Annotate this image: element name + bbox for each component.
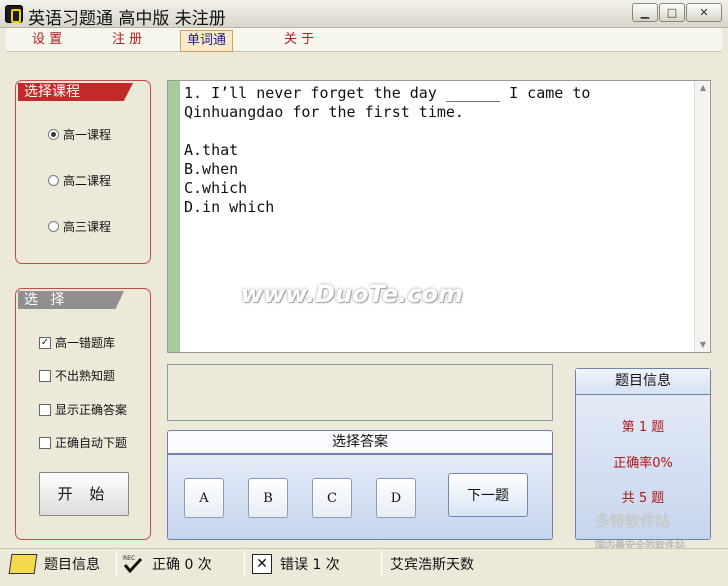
status-divider bbox=[381, 551, 382, 577]
cross-icon: ✕ bbox=[252, 554, 272, 574]
notebook-icon bbox=[8, 554, 38, 574]
option-skip-known[interactable]: 不出熟知题 bbox=[39, 367, 115, 384]
checkbox-icon[interactable] bbox=[39, 403, 51, 416]
option-show-answer[interactable]: 显示正确答案 bbox=[39, 401, 127, 418]
correct-count: 正确 0 次 bbox=[152, 557, 212, 573]
minimize-button[interactable]: ▁ bbox=[632, 3, 658, 22]
scroll-up-icon[interactable]: ▲ bbox=[695, 81, 711, 95]
total-questions: 共 5 题 bbox=[621, 491, 665, 506]
scroll-down-icon[interactable]: ▼ bbox=[695, 338, 711, 352]
status-wrong: ✕ 错误 1 次 bbox=[252, 551, 340, 577]
app-icon bbox=[5, 5, 23, 23]
status-bar: 题目信息 REC 正确 0 次 ✕ 错误 1 次 艾宾浩斯天数 bbox=[0, 548, 728, 586]
answer-d-button[interactable]: D bbox=[376, 478, 416, 518]
option-label: 高一错题库 bbox=[55, 336, 116, 350]
user-text: 艾宾浩斯天数 bbox=[390, 557, 474, 573]
checkbox-icon[interactable] bbox=[39, 436, 51, 449]
course-option-3[interactable]: 高三课程 bbox=[48, 218, 111, 235]
checkbox-checked-icon[interactable]: ✓ bbox=[39, 336, 51, 349]
radio-icon[interactable] bbox=[48, 175, 59, 186]
course-option-1[interactable]: 高一课程 bbox=[48, 126, 111, 143]
status-divider bbox=[116, 551, 117, 577]
answer-b-button[interactable]: B bbox=[248, 478, 288, 518]
menu-register[interactable]: 注 册 bbox=[106, 30, 148, 52]
status-info-label: 题目信息 bbox=[44, 557, 100, 573]
logo-name: 多特软件站 bbox=[595, 512, 671, 530]
course-option-label: 高三课程 bbox=[63, 220, 112, 234]
status-user: 艾宾浩斯天数 bbox=[390, 551, 474, 577]
answer-c-button[interactable]: C bbox=[312, 478, 352, 518]
answer-panel-title: 选择答案 bbox=[168, 431, 552, 455]
course-option-2[interactable]: 高二课程 bbox=[48, 172, 111, 189]
svg-text:REC: REC bbox=[123, 555, 135, 562]
select-panel-title: 选 择 bbox=[18, 291, 124, 309]
checkbox-icon[interactable] bbox=[39, 369, 51, 382]
window-title: 英语习题通 高中版 未注册 bbox=[28, 9, 226, 29]
menu-settings[interactable]: 设 置 bbox=[26, 30, 68, 52]
course-panel-title: 选择课程 bbox=[18, 83, 133, 101]
status-divider bbox=[244, 551, 245, 577]
feedback-box bbox=[167, 364, 553, 421]
menu-bar: 设 置 注 册 单词通 关 于 bbox=[6, 28, 722, 52]
question-box[interactable]: 1. I’ll never forget the day ______ I ca… bbox=[167, 80, 711, 353]
duote-logo-watermark: 多特软件站 国内最安全的软件站 bbox=[595, 510, 685, 552]
close-button[interactable]: ✕ bbox=[686, 3, 722, 22]
course-option-label: 高一课程 bbox=[63, 128, 112, 142]
option-label: 正确自动下题 bbox=[55, 436, 128, 450]
menu-vocab[interactable]: 单词通 bbox=[180, 30, 234, 52]
option-auto-next[interactable]: 正确自动下题 bbox=[39, 434, 127, 451]
answer-a-button[interactable]: A bbox=[184, 478, 224, 518]
status-info: 题目信息 bbox=[8, 551, 100, 577]
question-scrollbar[interactable]: ▲ ▼ bbox=[694, 81, 710, 352]
question-gutter bbox=[168, 81, 180, 352]
duote-watermark: www.DuoTe.com bbox=[241, 280, 463, 308]
answer-panel: 选择答案 A B C D 下一题 bbox=[167, 430, 553, 540]
radio-icon[interactable] bbox=[48, 129, 59, 140]
select-panel: 选 择 ✓ 高一错题库 不出熟知题 显示正确答案 正确自动下题 开 始 bbox=[15, 288, 151, 540]
current-question: 第 1 题 bbox=[621, 420, 665, 435]
option-label: 显示正确答案 bbox=[55, 403, 128, 417]
window-controls: ▁ □ ✕ bbox=[632, 3, 722, 22]
option-label: 不出熟知题 bbox=[55, 369, 116, 383]
option-wrong-bank[interactable]: ✓ 高一错题库 bbox=[39, 334, 115, 351]
question-text: 1. I’ll never forget the day ______ I ca… bbox=[184, 84, 591, 216]
rec-check-icon: REC bbox=[122, 553, 144, 575]
next-question-button[interactable]: 下一题 bbox=[448, 473, 528, 517]
start-button[interactable]: 开 始 bbox=[39, 472, 129, 516]
maximize-button[interactable]: □ bbox=[659, 3, 685, 22]
status-correct: REC 正确 0 次 bbox=[122, 551, 212, 577]
course-option-label: 高二课程 bbox=[63, 174, 112, 188]
radio-icon[interactable] bbox=[48, 221, 59, 232]
title-bar: 英语习题通 高中版 未注册 ▁ □ ✕ bbox=[0, 0, 728, 29]
wrong-count: 错误 1 次 bbox=[280, 557, 340, 573]
menu-about[interactable]: 关 于 bbox=[278, 30, 320, 52]
accuracy-rate: 正确率0% bbox=[613, 456, 673, 471]
info-panel-title: 题目信息 bbox=[576, 369, 710, 395]
course-panel: 选择课程 高一课程 高二课程 高三课程 bbox=[15, 80, 151, 264]
